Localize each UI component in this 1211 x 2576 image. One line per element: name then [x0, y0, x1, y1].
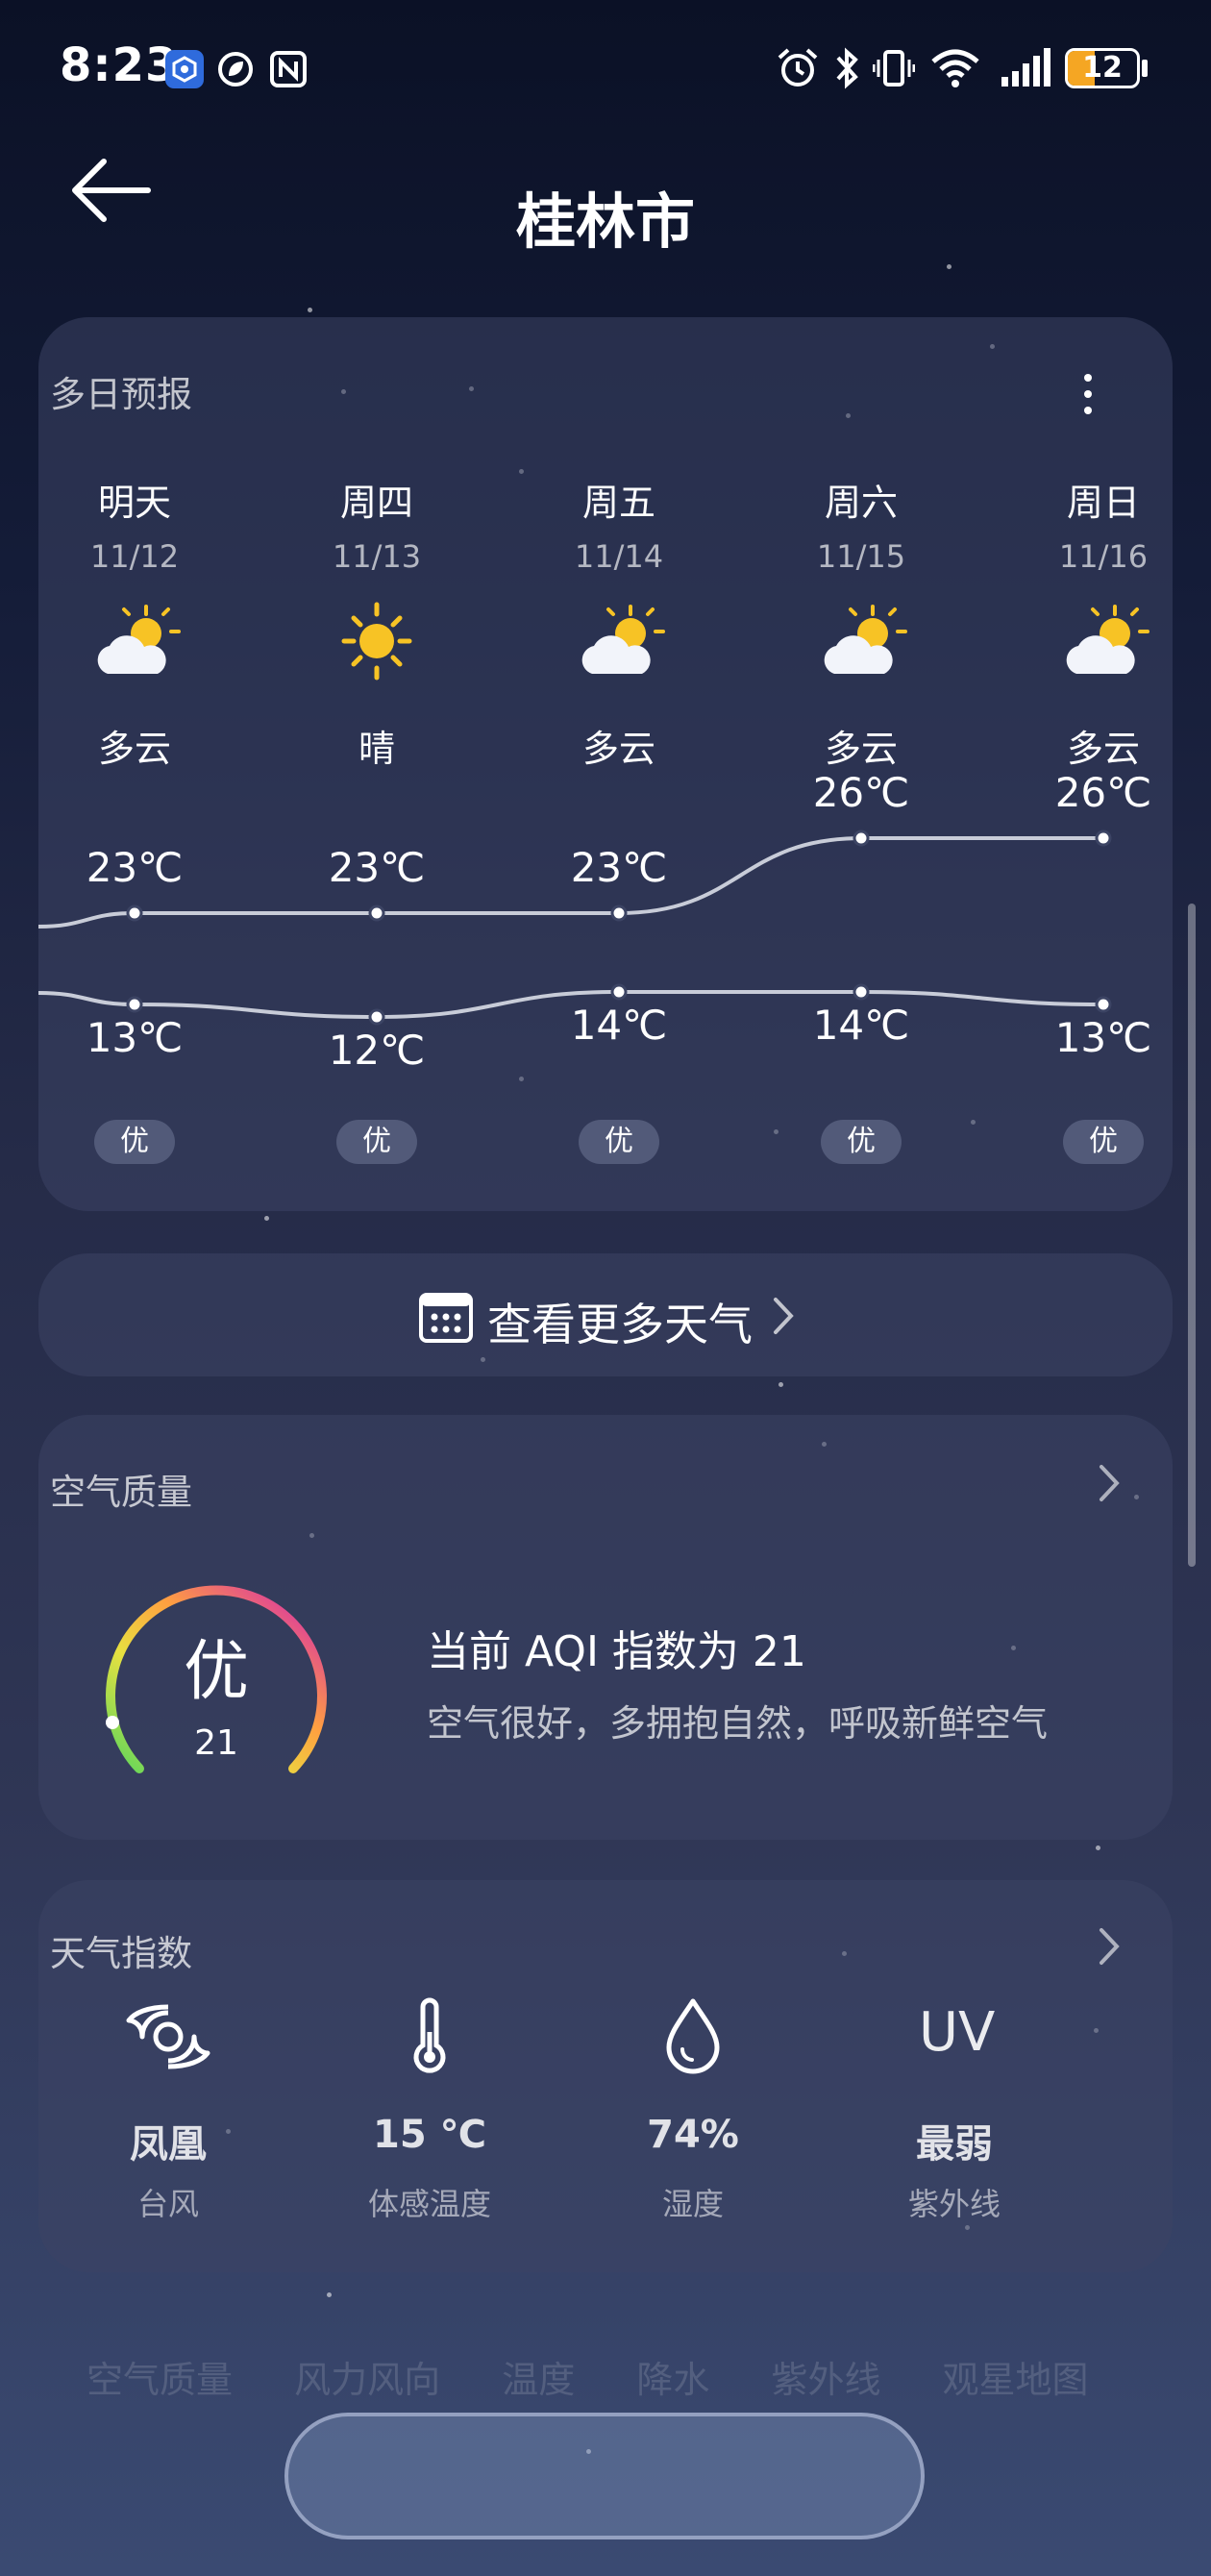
forecast-high-temp: 23℃ [570, 844, 668, 891]
uv-value: 最弱 [916, 2122, 993, 2167]
chevron-right-icon[interactable] [1090, 1922, 1128, 1970]
forecast-condition: 多云 [581, 728, 655, 770]
scrollbar[interactable] [1188, 904, 1196, 1567]
forecast-low-temp: 14℃ [812, 1002, 910, 1049]
aqi-description: 空气很好，多拥抱自然，呼吸新鲜空气 [427, 1702, 1049, 1745]
signal-icon [1001, 48, 1050, 87]
tab-air-quality[interactable]: 空气质量 [86, 2350, 233, 2403]
chevron-right-icon[interactable] [1090, 1459, 1128, 1507]
high-temp-point [853, 830, 870, 847]
uv-label: 紫外线 [907, 2186, 1001, 2222]
more-weather-label: 查看更多天气 [487, 1299, 753, 1350]
high-temp-point [610, 904, 628, 922]
humidity-label: 湿度 [661, 2186, 724, 2222]
nfc-icon [270, 51, 307, 87]
typhoon-label: 台风 [136, 2186, 199, 2222]
forecast-day-date: 11/14 [574, 538, 664, 575]
forecast-aqi-badge: 优 [94, 1120, 175, 1164]
tab-wind[interactable]: 风力风向 [294, 2350, 440, 2403]
alarm-icon [778, 48, 818, 87]
high-temp-point [1095, 830, 1112, 847]
forecast-high-temp: 26℃ [1054, 769, 1152, 816]
forecast-low-temp: 14℃ [570, 1002, 668, 1049]
aqi-gauge-marker [106, 1716, 119, 1729]
forecast-high-temp: 26℃ [812, 769, 910, 816]
chevron-right-icon [774, 1298, 794, 1334]
tab-temperature[interactable]: 温度 [502, 2350, 575, 2403]
aqi-level: 优 [183, 1634, 249, 1710]
air-quality-title: 空气质量 [50, 1472, 192, 1513]
typhoon-icon [126, 2004, 210, 2069]
more-options-icon[interactable] [1069, 365, 1107, 423]
forecast-low-temp: 12℃ [328, 1027, 426, 1074]
forecast-low-temp: 13℃ [1054, 1014, 1152, 1061]
forecast-day-date: 11/16 [1058, 538, 1149, 575]
forecast-day-name: 明天 [97, 482, 171, 524]
forecast-low-temp: 13℃ [86, 1014, 184, 1061]
leaf-circle-icon [218, 52, 253, 87]
bottom-floating-button[interactable] [284, 2413, 925, 2539]
forecast-aqi-badge: 优 [579, 1120, 659, 1164]
humidity-value: 74% [647, 2113, 739, 2157]
forecast-day-date: 11/13 [332, 538, 422, 575]
forecast-high-temp: 23℃ [86, 844, 184, 891]
partly-cloudy-icon [813, 601, 909, 681]
tab-star-map[interactable]: 观星地图 [943, 2350, 1089, 2403]
partly-cloudy-icon [571, 601, 667, 681]
battery-icon: 12 [1065, 48, 1140, 88]
low-temp-point [853, 983, 870, 1001]
forecast-condition: 多云 [824, 728, 898, 770]
forecast-high-temp: 23℃ [328, 844, 426, 891]
bluetooth-icon [836, 47, 858, 89]
forecast-condition: 晴 [358, 728, 395, 770]
low-temp-point [368, 1008, 385, 1026]
sunny-icon [329, 601, 425, 681]
battery-percent: 12 [1082, 51, 1123, 85]
wifi-icon [931, 49, 979, 87]
forecast-title: 多日预报 [50, 374, 192, 415]
forecast-condition: 多云 [1066, 728, 1140, 770]
water-drop-icon [666, 1998, 720, 2074]
uv-icon: UV [919, 2001, 996, 2064]
low-temp-point [1095, 996, 1112, 1013]
forecast-day-date: 11/12 [89, 538, 180, 575]
forecast-aqi-badge: 优 [821, 1120, 902, 1164]
bottom-tab-strip: 空气质量 风力风向 温度 降水 紫外线 观星地图 [86, 2350, 1139, 2403]
thermometer-icon [413, 1997, 446, 2073]
weather-index-title: 天气指数 [50, 1933, 192, 1974]
high-temp-point [126, 904, 143, 922]
forecast-day-date: 11/15 [816, 538, 906, 575]
battery-tip [1142, 60, 1148, 77]
forecast-aqi-badge: 优 [1063, 1120, 1144, 1164]
forecast-day-name: 周日 [1066, 482, 1140, 524]
typhoon-value: 凤凰 [130, 2122, 207, 2167]
forecast-day-name: 周五 [581, 482, 655, 524]
app-badge-icon [165, 50, 204, 88]
forecast-day-name: 周四 [339, 482, 413, 524]
aqi-value: 21 [194, 1723, 238, 1763]
forecast-day-name: 周六 [824, 482, 898, 524]
aqi-headline: 当前 AQI 指数为 21 [427, 1627, 806, 1676]
feels-like-value: 15 ℃ [372, 2113, 487, 2157]
low-temp-point [610, 983, 628, 1001]
page-title: 桂林市 [515, 186, 695, 257]
forecast-condition: 多云 [97, 728, 171, 770]
feels-like-label: 体感温度 [367, 2186, 491, 2222]
tab-precipitation[interactable]: 降水 [636, 2350, 709, 2403]
status-bar: 8:23 12 [0, 0, 1211, 144]
partly-cloudy-icon [86, 601, 183, 681]
vibrate-icon [873, 50, 915, 87]
low-temp-point [126, 996, 143, 1013]
tab-uv[interactable]: 紫外线 [771, 2350, 880, 2403]
forecast-aqi-badge: 优 [336, 1120, 417, 1164]
status-time: 8:23 [60, 38, 179, 92]
more-weather-button[interactable]: 查看更多天气 [38, 1253, 1173, 1376]
partly-cloudy-icon [1055, 601, 1151, 681]
high-temp-point [368, 904, 385, 922]
